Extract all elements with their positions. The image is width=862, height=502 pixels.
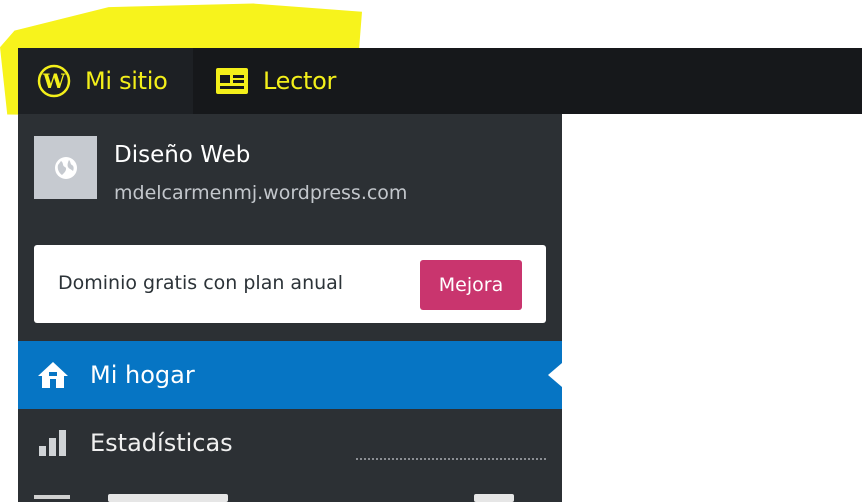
site-url: mdelcarmenmj.wordpress.com — [114, 182, 408, 204]
upgrade-banner: Dominio gratis con plan anual Mejora — [34, 245, 546, 323]
bar-chart-icon — [36, 428, 70, 458]
site-header[interactable]: Diseño Web mdelcarmenmj.wordpress.com — [34, 136, 554, 206]
svg-text:W: W — [42, 69, 66, 93]
nav-item-stats-label: Estadísticas — [90, 429, 233, 457]
nav-item-partial[interactable] — [34, 489, 562, 502]
partial-icon — [34, 495, 70, 499]
my-site-label: Mi sitio — [85, 67, 168, 95]
nav-item-home-label: Mi hogar — [90, 361, 195, 389]
reader-button[interactable]: Lector — [193, 48, 358, 114]
partial-label-right — [474, 494, 514, 502]
site-globe-icon — [34, 136, 97, 199]
sidebar: Diseño Web mdelcarmenmj.wordpress.com Do… — [18, 114, 562, 502]
reader-icon — [215, 67, 249, 95]
partial-label — [108, 494, 228, 502]
nav-item-home[interactable]: Mi hogar — [18, 341, 562, 409]
my-site-button[interactable]: W Mi sitio — [18, 48, 193, 114]
reader-label: Lector — [263, 67, 337, 95]
site-title: Diseño Web — [114, 142, 251, 168]
home-icon — [36, 360, 70, 390]
stats-sparkline — [356, 458, 546, 460]
upgrade-text: Dominio gratis con plan anual — [58, 272, 344, 294]
upgrade-button[interactable]: Mejora — [420, 260, 522, 310]
wordpress-logo-icon: W — [37, 64, 71, 98]
nav-item-stats[interactable]: Estadísticas — [18, 409, 562, 477]
